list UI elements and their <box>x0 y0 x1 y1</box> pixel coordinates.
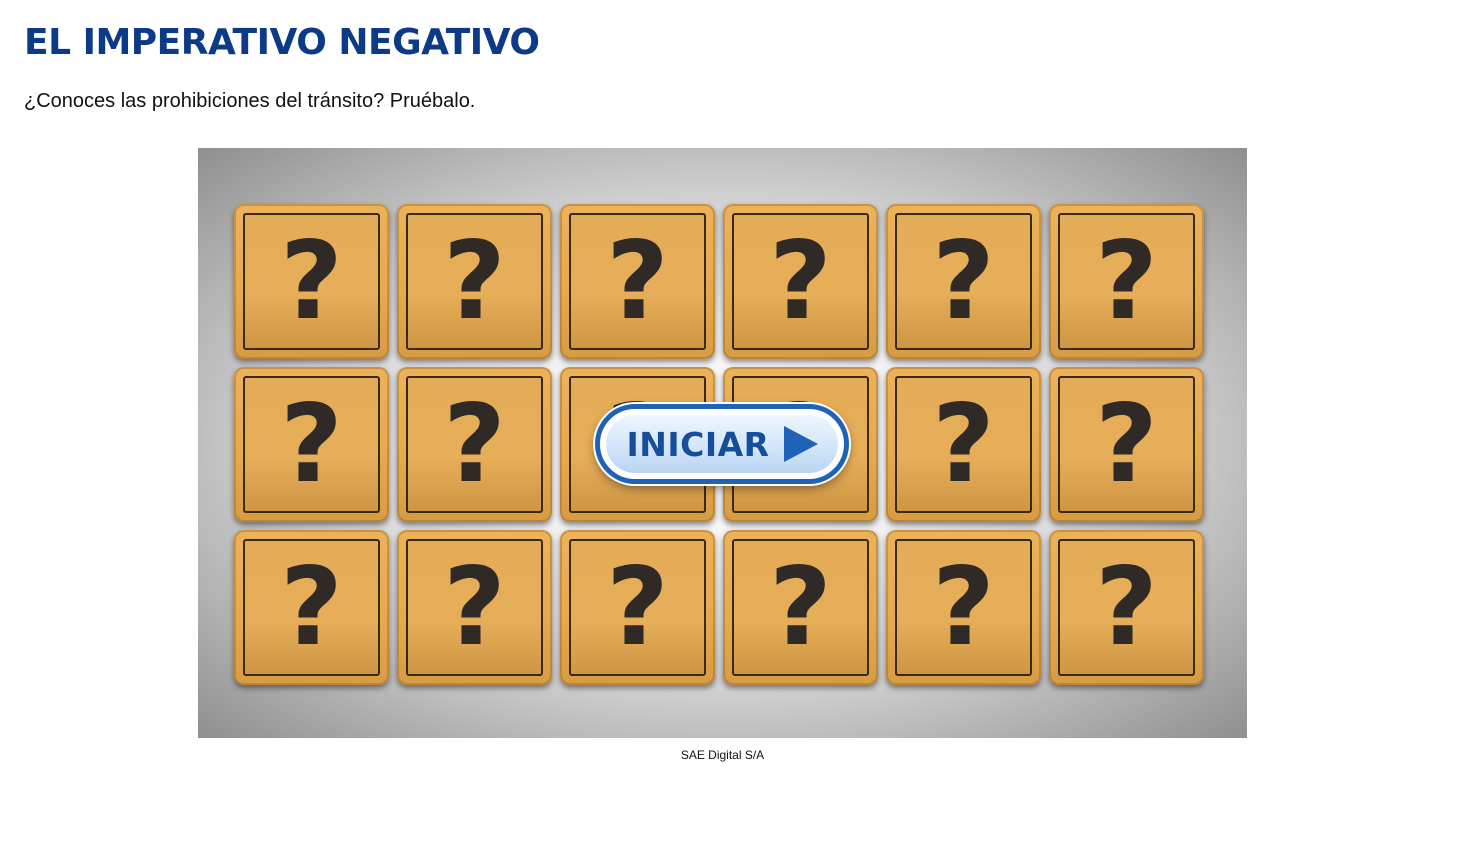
question-mark-icon: ? <box>769 218 832 344</box>
page: EL IMPERATIVO NEGATIVO ¿Conoces las proh… <box>0 0 1460 850</box>
card-face: ? <box>243 539 380 676</box>
question-mark-icon: ? <box>1095 544 1158 670</box>
card-face: ? <box>732 213 869 350</box>
question-mark-icon: ? <box>769 544 832 670</box>
card-face: ? <box>406 376 543 513</box>
card-face: ? <box>732 539 869 676</box>
question-mark-icon: ? <box>932 381 995 507</box>
card-face: ? <box>569 213 706 350</box>
card-face: ? <box>895 376 1032 513</box>
memory-card[interactable]: ? <box>560 530 715 685</box>
card-face: ? <box>569 539 706 676</box>
card-face: ? <box>1058 539 1195 676</box>
page-subtitle: ¿Conoces las prohibiciones del tránsito?… <box>24 90 476 112</box>
question-mark-icon: ? <box>443 544 506 670</box>
start-button[interactable]: INICIAR <box>595 404 849 484</box>
memory-card[interactable]: ? <box>1049 204 1204 359</box>
card-face: ? <box>1058 376 1195 513</box>
question-mark-icon: ? <box>443 381 506 507</box>
memory-card[interactable]: ? <box>1049 530 1204 685</box>
card-face: ? <box>406 213 543 350</box>
card-face: ? <box>243 213 380 350</box>
memory-card[interactable]: ? <box>886 530 1041 685</box>
memory-card[interactable]: ? <box>1049 367 1204 522</box>
question-mark-icon: ? <box>932 218 995 344</box>
memory-card[interactable]: ? <box>397 530 552 685</box>
question-mark-icon: ? <box>606 218 669 344</box>
question-mark-icon: ? <box>443 218 506 344</box>
memory-card[interactable]: ? <box>397 367 552 522</box>
memory-card[interactable]: ? <box>886 204 1041 359</box>
memory-card[interactable]: ? <box>886 367 1041 522</box>
play-icon <box>783 426 818 462</box>
memory-card[interactable]: ? <box>723 204 878 359</box>
question-mark-icon: ? <box>280 544 343 670</box>
memory-game: ?????????????????? INICIAR <box>198 148 1247 738</box>
memory-card[interactable]: ? <box>234 204 389 359</box>
card-face: ? <box>895 213 1032 350</box>
memory-card[interactable]: ? <box>397 204 552 359</box>
question-mark-icon: ? <box>932 544 995 670</box>
start-button-label: INICIAR <box>626 424 770 464</box>
card-face: ? <box>895 539 1032 676</box>
card-face: ? <box>1058 213 1195 350</box>
image-credit: SAE Digital S/A <box>680 748 765 762</box>
memory-card[interactable]: ? <box>234 530 389 685</box>
question-mark-icon: ? <box>606 544 669 670</box>
question-mark-icon: ? <box>1095 218 1158 344</box>
memory-card[interactable]: ? <box>723 530 878 685</box>
question-mark-icon: ? <box>280 381 343 507</box>
card-face: ? <box>243 376 380 513</box>
memory-card[interactable]: ? <box>560 204 715 359</box>
memory-card[interactable]: ? <box>234 367 389 522</box>
page-title: EL IMPERATIVO NEGATIVO <box>24 22 540 63</box>
question-mark-icon: ? <box>1095 381 1158 507</box>
question-mark-icon: ? <box>280 218 343 344</box>
card-face: ? <box>406 539 543 676</box>
